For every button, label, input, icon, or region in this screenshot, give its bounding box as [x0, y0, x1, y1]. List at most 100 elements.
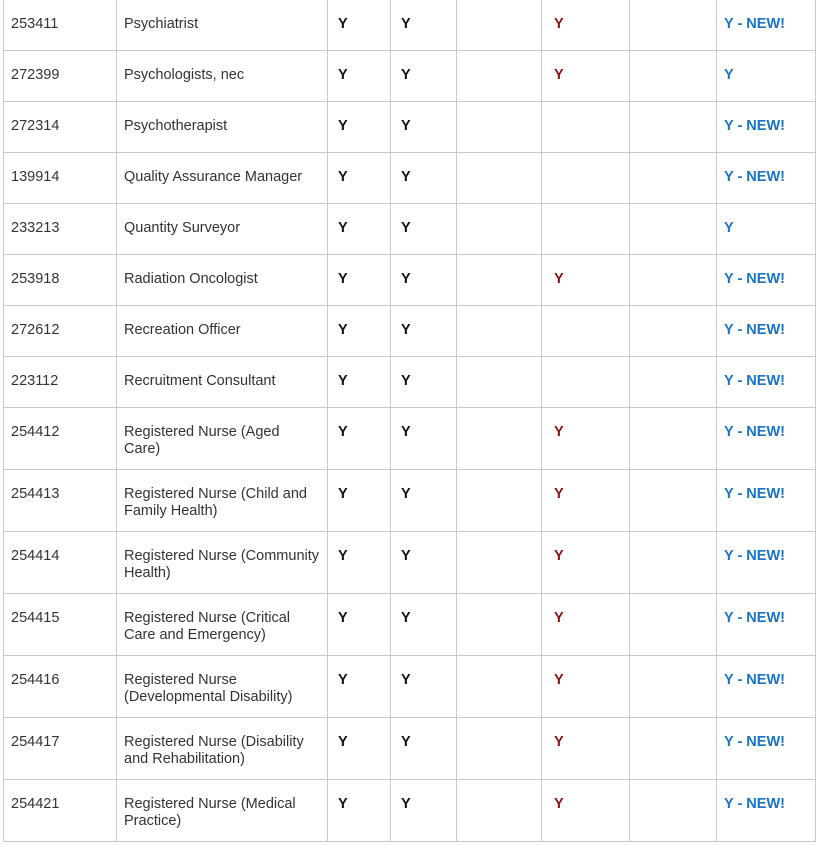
occupation-name-cell: Registered Nurse (Critical Care and Emer… — [116, 593, 328, 656]
list-column-4-cell-text: Y — [401, 424, 411, 440]
list-column-6-cell — [541, 152, 630, 204]
table-row: 139914 Quality Assurance Manager Y Y Y - NEW… — [3, 152, 816, 204]
list-column-5-cell-text — [457, 780, 541, 796]
list-column-3-cell: Y — [327, 152, 391, 204]
occupation-name-cell-text: Recruitment Consultant — [124, 373, 276, 389]
list-column-6-cell — [541, 101, 630, 153]
list-column-7-cell-text — [630, 656, 716, 672]
table-row: 254421 Registered Nurse (Medical Practice… — [3, 779, 816, 842]
list-column-8-cell: Y - NEW! — [716, 356, 816, 408]
occupation-name-cell: Registered Nurse (Disability and Rehabil… — [116, 717, 328, 780]
list-column-3-cell-text: Y — [338, 486, 348, 502]
list-column-7-cell-text — [630, 102, 716, 118]
list-column-6-cell: Y — [541, 50, 630, 102]
list-column-8-cell: Y - NEW! — [716, 305, 816, 357]
list-column-4-cell: Y — [390, 152, 457, 204]
occupation-code-cell-text: 254412 — [11, 424, 60, 440]
list-column-5-cell-text — [457, 357, 541, 373]
list-column-7-cell — [629, 717, 717, 780]
list-column-6-cell: Y — [541, 717, 630, 780]
occupation-name-cell: Quantity Surveyor — [116, 203, 328, 255]
list-column-8-cell-text: Y - NEW! — [724, 373, 785, 389]
list-column-6-cell-text: Y — [554, 672, 564, 688]
list-column-4-cell-text: Y — [401, 169, 411, 185]
list-column-5-cell — [456, 531, 542, 594]
list-column-5-cell-text — [457, 306, 541, 322]
list-column-3-cell-text: Y — [338, 220, 348, 236]
list-column-6-cell: Y — [541, 254, 630, 306]
list-column-7-cell — [629, 203, 717, 255]
list-column-4-cell-text: Y — [401, 67, 411, 83]
list-column-6-cell: Y — [541, 593, 630, 656]
list-column-3-cell: Y — [327, 593, 391, 656]
occupation-code-cell-text: 233213 — [11, 220, 60, 236]
list-column-6-cell-text: Y — [554, 67, 564, 83]
list-column-8-cell: Y - NEW! — [716, 655, 816, 718]
list-column-7-cell-text — [630, 51, 716, 67]
list-column-7-cell-text — [630, 153, 716, 169]
occupation-code-cell-text: 272399 — [11, 67, 60, 83]
list-column-4-cell: Y — [390, 593, 457, 656]
list-column-3-cell: Y — [327, 0, 391, 51]
list-column-4-cell: Y — [390, 0, 457, 51]
list-column-8-cell: Y - NEW! — [716, 469, 816, 532]
list-column-3-cell-text: Y — [338, 610, 348, 626]
list-column-8-cell: Y - NEW! — [716, 152, 816, 204]
occupation-name-cell: Recruitment Consultant — [116, 356, 328, 408]
list-column-7-cell-text — [630, 780, 716, 796]
list-column-6-cell-text: Y — [554, 16, 564, 32]
list-column-5-cell-text — [457, 718, 541, 734]
list-column-5-cell — [456, 50, 542, 102]
table-row: 253918 Radiation Oncologist Y Y Y Y - NEW! — [3, 254, 816, 306]
list-column-4-cell: Y — [390, 305, 457, 357]
list-column-7-cell-text — [630, 470, 716, 486]
occupation-code-cell-text: 254417 — [11, 734, 60, 750]
list-column-5-cell — [456, 779, 542, 842]
list-column-5-cell — [456, 305, 542, 357]
list-column-5-cell-text — [457, 153, 541, 169]
list-column-6-cell-text: Y — [554, 610, 564, 626]
list-column-4-cell: Y — [390, 356, 457, 408]
list-column-6-cell-text — [542, 357, 629, 373]
occupation-name-cell-text: Recreation Officer — [124, 322, 241, 338]
list-column-5-cell-text — [457, 0, 541, 16]
table-row: 272314 Psychotherapist Y Y Y - NEW! — [3, 101, 816, 153]
occupation-name-cell-text: Psychiatrist — [124, 16, 199, 32]
occupation-code-cell-text: 253411 — [11, 16, 59, 32]
list-column-4-cell: Y — [390, 407, 457, 470]
list-column-6-cell: Y — [541, 407, 630, 470]
list-column-3-cell-text: Y — [338, 322, 348, 338]
list-column-8-cell-text: Y — [724, 67, 734, 83]
occupation-name-cell: Recreation Officer — [116, 305, 328, 357]
list-column-5-cell — [456, 203, 542, 255]
list-column-4-cell-text: Y — [401, 220, 411, 236]
list-column-3-cell: Y — [327, 407, 391, 470]
list-column-8-cell-text: Y - NEW! — [724, 16, 785, 32]
list-column-8-cell: Y - NEW! — [716, 779, 816, 842]
list-column-6-cell-text: Y — [554, 548, 564, 564]
list-column-4-cell-text: Y — [401, 486, 411, 502]
list-column-4-cell: Y — [390, 655, 457, 718]
list-column-3-cell: Y — [327, 531, 391, 594]
list-column-4-cell-text: Y — [401, 373, 411, 389]
list-column-7-cell-text — [630, 357, 716, 373]
occupation-name-cell: Registered Nurse (Developmental Disabili… — [116, 655, 328, 718]
list-column-5-cell-text — [457, 204, 541, 220]
occupation-code-cell: 254417 — [3, 717, 117, 780]
list-column-6-cell-text: Y — [554, 734, 564, 750]
list-column-7-cell — [629, 101, 717, 153]
occupation-code-cell: 254414 — [3, 531, 117, 594]
list-column-3-cell-text: Y — [338, 271, 348, 287]
occupation-code-cell-text: 254413 — [11, 486, 60, 502]
list-column-5-cell-text — [457, 656, 541, 672]
list-column-8-cell-text: Y - NEW! — [724, 796, 785, 812]
table-row: 254413 Registered Nurse (Child and Family… — [3, 469, 816, 532]
list-column-6-cell-text — [542, 153, 629, 169]
list-column-4-cell-text: Y — [401, 271, 411, 287]
list-column-7-cell — [629, 531, 717, 594]
list-column-4-cell: Y — [390, 203, 457, 255]
occupation-name-cell-text: Registered Nurse (Developmental Disabili… — [124, 672, 293, 705]
list-column-6-cell: Y — [541, 655, 630, 718]
list-column-8-cell: Y - NEW! — [716, 717, 816, 780]
list-column-6-cell: Y — [541, 469, 630, 532]
